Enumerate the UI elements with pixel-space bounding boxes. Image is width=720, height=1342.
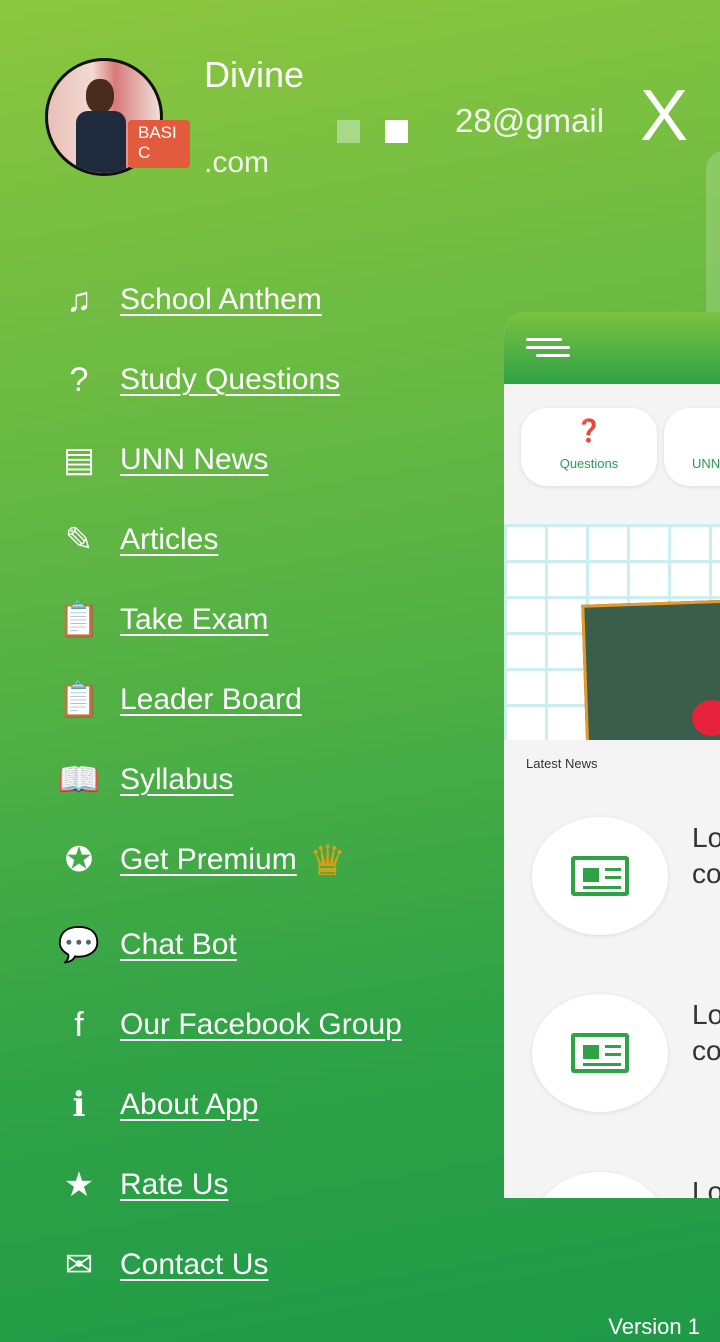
- music-note-icon: ♫: [66, 280, 92, 319]
- user-email-domain: .com: [204, 146, 270, 179]
- menu-item-label[interactable]: Syllabus: [120, 763, 233, 797]
- menu-item-label[interactable]: UNN News: [120, 443, 268, 477]
- open-book-icon: 📖: [57, 761, 101, 799]
- menu-item-label[interactable]: Rate Us: [120, 1168, 228, 1202]
- chat-bubble-icon: 💬: [57, 926, 101, 964]
- menu-item-label[interactable]: Get Premium: [120, 843, 297, 877]
- head-question-icon: ?: [69, 360, 89, 399]
- membership-badge: BASI C: [128, 120, 190, 168]
- menu-item-study-questions[interactable]: ? Study Questions: [58, 358, 341, 402]
- redaction-square: [385, 120, 408, 143]
- menu-item-leader-board[interactable]: 📋 Leader Board: [58, 678, 302, 722]
- chip-questions[interactable]: ❓ Questions: [521, 408, 657, 486]
- menu-item-contact-us[interactable]: ✉ Contact Us: [58, 1243, 269, 1287]
- user-email: 28@gmail: [455, 102, 605, 139]
- latest-news-heading: Latest News: [526, 756, 598, 771]
- menu-item-label[interactable]: Contact Us: [120, 1248, 268, 1282]
- menu-item-label[interactable]: About App: [120, 1088, 258, 1122]
- menu-item-label[interactable]: Articles: [120, 523, 218, 557]
- head-question-icon: ❓: [575, 418, 603, 443]
- clipboard-icon: 📋: [57, 601, 101, 639]
- menu-item-syllabus[interactable]: 📖 Syllabus: [57, 758, 234, 802]
- news-title[interactable]: Lo co: [692, 997, 720, 1069]
- menu-item-label[interactable]: Leader Board: [120, 683, 302, 717]
- envelope-icon: ✉: [64, 1246, 94, 1284]
- redaction-square: [337, 120, 360, 143]
- menu-item-label[interactable]: Chat Bot: [120, 928, 237, 962]
- close-button[interactable]: X: [640, 80, 688, 152]
- info-icon: ℹ: [72, 1086, 86, 1124]
- chip-unn[interactable]: UNN: [664, 408, 720, 486]
- chip-label: Questions: [559, 456, 619, 471]
- menu-item-get-premium[interactable]: ✪ Get Premium ♛: [58, 836, 347, 884]
- preview-header: [504, 312, 720, 384]
- news-thumbnail[interactable]: [532, 817, 668, 935]
- menu-item-label[interactable]: School Anthem: [120, 283, 322, 317]
- article-icon: ✎: [64, 521, 94, 559]
- premium-badge-icon: ✪: [64, 841, 94, 879]
- menu-item-take-exam[interactable]: 📋 Take Exam: [57, 598, 269, 642]
- version-label: Version 1: [608, 1314, 700, 1339]
- main-screen-preview[interactable]: ❓ Questions UNN Latest News Lo co Lo co Lo: [504, 312, 720, 1198]
- crown-icon: ♛: [308, 836, 347, 884]
- menu-item-chat-bot[interactable]: 💬 Chat Bot: [58, 923, 237, 967]
- hamburger-icon: [526, 338, 570, 362]
- menu-item-about-app[interactable]: ℹ About App: [58, 1083, 259, 1127]
- user-name: Divine: [204, 54, 305, 95]
- news-title[interactable]: Lo co: [692, 820, 720, 892]
- menu-item-articles[interactable]: ✎ Articles: [58, 518, 219, 562]
- newspaper-icon: ▤: [62, 441, 96, 479]
- menu-item-unn-news[interactable]: ▤ UNN News: [58, 438, 268, 482]
- chip-label: UNN: [692, 456, 720, 471]
- clipboard-list-icon: 📋: [57, 681, 101, 719]
- newspaper-icon: [571, 1033, 629, 1073]
- news-title[interactable]: Lo: [692, 1174, 720, 1198]
- newspaper-icon: [571, 856, 629, 896]
- star-icon: ★: [63, 1166, 95, 1204]
- facebook-icon: f: [74, 1005, 84, 1044]
- news-thumbnail[interactable]: [532, 994, 668, 1112]
- menu-item-label[interactable]: Our Facebook Group: [120, 1008, 402, 1042]
- menu-item-label[interactable]: Study Questions: [120, 363, 340, 397]
- menu-item-school-anthem[interactable]: ♫ School Anthem: [58, 278, 322, 322]
- menu-item-label[interactable]: Take Exam: [120, 603, 268, 637]
- menu-item-our-facebook-group[interactable]: f Our Facebook Group: [58, 1003, 402, 1047]
- menu-item-rate-us[interactable]: ★ Rate Us: [58, 1163, 229, 1207]
